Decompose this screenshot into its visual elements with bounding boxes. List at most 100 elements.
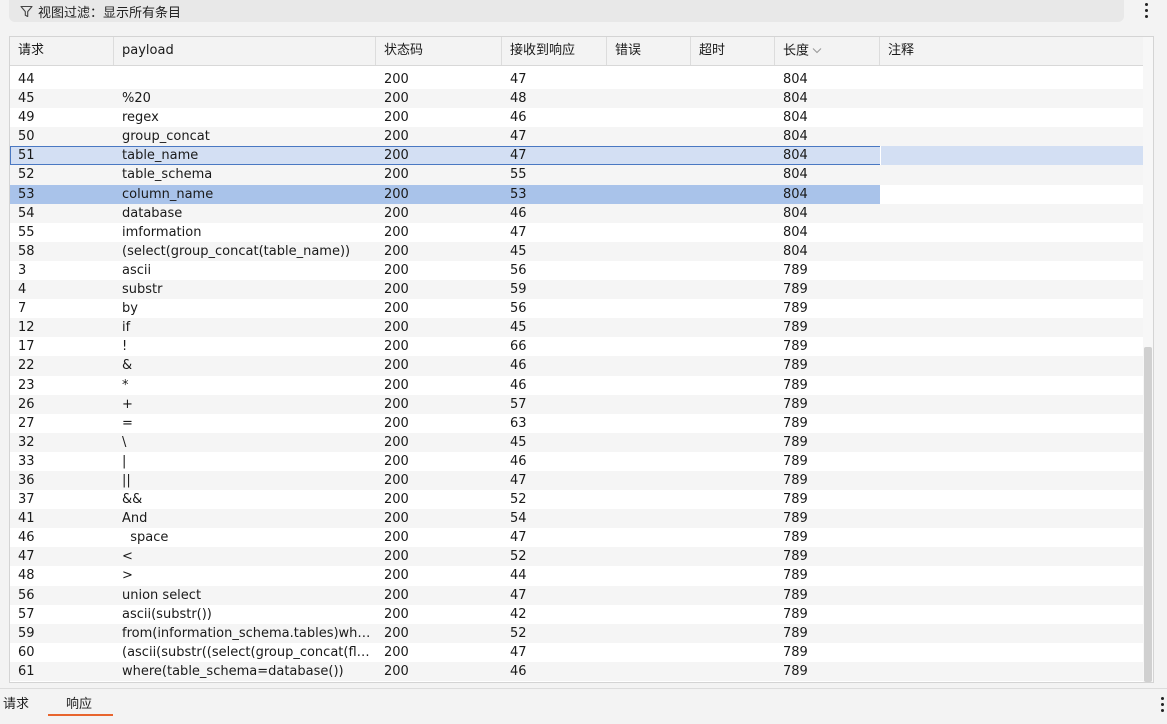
cell-status-code: 200 (384, 396, 409, 412)
table-row[interactable]: 57 ascii(substr()) 200 42 789 (10, 605, 1143, 624)
table-row[interactable]: 12 if 200 45 789 (10, 318, 1143, 338)
kebab-menu-icon[interactable] (1139, 3, 1153, 18)
table-row[interactable]: 27 = 200 63 789 (10, 414, 1143, 433)
table-row[interactable]: 4 substr 200 59 789 (10, 280, 1143, 300)
table-row[interactable]: 41 And 200 54 789 (10, 509, 1143, 529)
table-row[interactable]: 49 regex 200 46 804 (10, 108, 1143, 127)
view-filter-bar[interactable]: 视图过滤：显示所有条目 (9, 0, 1124, 22)
cell-payload: | (122, 453, 127, 469)
table-row[interactable]: 7 by 200 56 789 (10, 299, 1143, 318)
table-row[interactable]: 33 | 200 46 789 (10, 452, 1143, 471)
cell-request: 26 (18, 396, 35, 412)
cell-response-received: 55 (510, 167, 527, 183)
table-row[interactable]: 50 group_concat 200 47 804 (10, 127, 1143, 147)
table-row[interactable]: 59 from(information_schema.tables)where..… (10, 623, 1143, 643)
cell-response-received: 56 (510, 301, 527, 317)
cell-timeout (691, 89, 775, 108)
column-header-error[interactable]: 错误 (607, 37, 691, 65)
table-row[interactable]: 53 column_name 200 53 804 (10, 184, 1143, 204)
table-row[interactable]: 37 && 200 52 789 (10, 490, 1143, 509)
cell-status-code: 200 (384, 472, 409, 488)
table-row[interactable]: 45 %20 200 48 804 (10, 89, 1143, 109)
cell-payload: (ascii(substr((select(group_concat(flaaa… (122, 644, 376, 660)
cell-payload: && (122, 492, 143, 508)
table-row[interactable]: 22 & 200 46 789 (10, 356, 1143, 376)
cell-payload: imformation (122, 224, 202, 240)
cell-error (607, 643, 691, 662)
tab-response[interactable]: 响应 (66, 695, 92, 715)
vertical-scrollbar[interactable] (1143, 37, 1153, 682)
cell-response-received: 56 (510, 262, 527, 278)
filter-icon (18, 3, 34, 19)
cell-length: 804 (783, 186, 808, 202)
cell-timeout (691, 70, 775, 89)
table-row[interactable]: 3 ascii 200 56 789 (10, 261, 1143, 280)
cell-error (607, 89, 691, 108)
table-row[interactable]: 51 table_name 200 47 804 (10, 146, 1143, 166)
table-row[interactable]: 47 <200 52 789 (10, 547, 1143, 567)
cell-status-code: 200 (384, 301, 409, 317)
cell-length: 804 (783, 148, 808, 164)
cell-request: 49 (18, 110, 35, 126)
tab-request[interactable]: 请求 (3, 695, 29, 715)
column-header-timeout[interactable]: 超时 (691, 37, 775, 65)
cell-error (607, 547, 691, 566)
cell-length: 804 (783, 91, 808, 107)
cell-timeout (691, 280, 775, 299)
table-row[interactable]: 61 where(table_schema=database()) 200 46 789 (10, 661, 1143, 681)
table-row[interactable]: 52 table_schema 200 55 804 (10, 165, 1143, 185)
table-row[interactable]: 60 (ascii(substr((select(group_concat(fla… (10, 643, 1143, 662)
cell-error (607, 395, 691, 414)
table-row[interactable]: 17! 200 66 789 (10, 337, 1143, 356)
cell-request: 60 (18, 644, 35, 660)
table-row[interactable]: 55 imformation 200 47 804 (10, 223, 1143, 242)
cell-status-code: 200 (384, 434, 409, 450)
cell-payload: by (122, 301, 138, 317)
cell-request: 44 (18, 72, 35, 87)
column-header-request[interactable]: 请求 (10, 37, 114, 65)
table-row[interactable]: 58 (select(group_concat(table_name)) 200 45… (10, 241, 1143, 261)
cell-error (607, 624, 691, 643)
cell-length: 789 (783, 568, 808, 584)
cell-length: 789 (783, 339, 808, 355)
table-row[interactable]: 32 \ 200 45 789 (10, 432, 1143, 452)
cell-note (880, 624, 1143, 643)
cell-request: 51 (18, 148, 35, 164)
table-row[interactable]: 44 200 47 804 (10, 70, 1143, 89)
cell-length: 789 (783, 282, 808, 298)
cell-payload: space (122, 530, 169, 546)
cell-error (607, 70, 691, 89)
cell-request: 12 (18, 320, 35, 336)
table-row[interactable]: 54 database 200 46 804 (10, 203, 1143, 223)
cell-error (607, 586, 691, 605)
cell-status-code: 200 (384, 492, 409, 508)
cell-status-code: 200 (384, 167, 409, 183)
table-row[interactable]: 36 || 200 47 789 (10, 470, 1143, 491)
kebab-menu-icon[interactable] (1155, 697, 1167, 712)
cell-note (880, 146, 1143, 166)
cell-length: 804 (783, 205, 808, 221)
cell-response-received: 46 (510, 358, 527, 374)
bottom-tab-bar: 请求 响应 (0, 688, 1167, 724)
table-row[interactable]: 48 >200 44 789 (10, 566, 1143, 585)
cell-error (607, 605, 691, 624)
table-row[interactable]: 46 space 200 47 789 (10, 528, 1143, 547)
table-row[interactable]: 56 union select 200 47 789 (10, 585, 1143, 605)
cell-payload: group_concat (122, 129, 210, 145)
cell-error (607, 566, 691, 585)
column-header-note[interactable]: 注释 (880, 37, 1143, 65)
cell-status-code: 200 (384, 377, 409, 393)
table-row[interactable]: 26 +200 57 789 (10, 394, 1143, 414)
cell-length: 789 (783, 262, 808, 278)
column-header-response-received[interactable]: 接收到响应 (502, 37, 607, 65)
column-header-length[interactable]: 长度 (775, 37, 880, 65)
cell-payload: And (122, 511, 148, 527)
cell-status-code: 200 (384, 243, 409, 259)
table-row[interactable]: 23 * 200 46 789 (10, 376, 1143, 395)
column-header-payload[interactable]: payload (114, 37, 376, 65)
column-header-status[interactable]: 状态码 (376, 37, 502, 65)
scrollbar-thumb[interactable] (1144, 347, 1152, 682)
cell-length: 789 (783, 472, 808, 488)
cell-status-code: 200 (384, 129, 409, 145)
active-tab-indicator (48, 714, 113, 716)
